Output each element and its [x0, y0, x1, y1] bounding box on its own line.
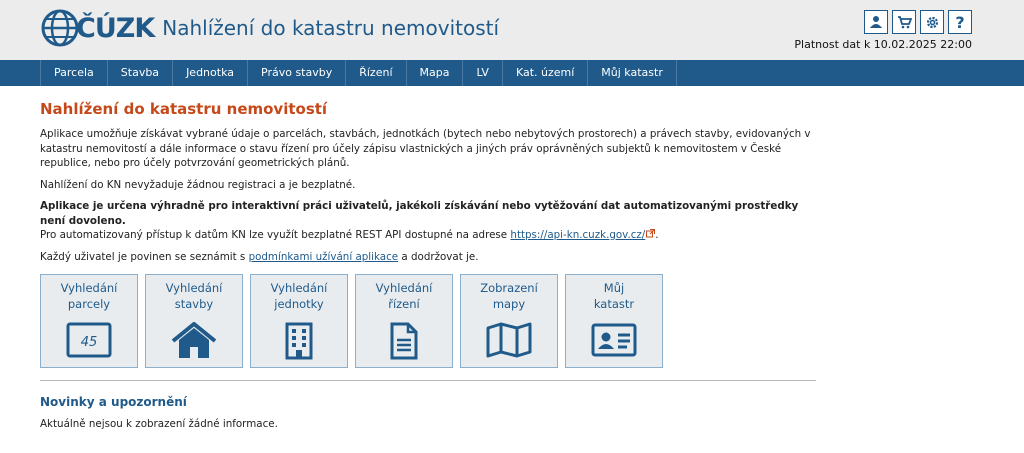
tile-label: Můj katastr	[593, 281, 635, 311]
parcel-icon: 45	[66, 322, 112, 358]
question-mark-icon: ?	[955, 12, 965, 32]
main-content: Nahlížení do katastru nemovitostí Aplika…	[0, 100, 1024, 432]
terms-note: Každý uživatel je povinen se seznámit s …	[40, 250, 816, 265]
tile-my-cadastre[interactable]: Můj katastr	[565, 274, 663, 368]
page-title: Nahlížení do katastru nemovitostí	[40, 100, 328, 118]
settings-button[interactable]	[920, 10, 944, 34]
main-nav: Parcela Stavba Jednotka Právo stavby Řízení M…	[0, 60, 1024, 86]
cart-button[interactable]	[892, 10, 916, 34]
building-icon	[285, 322, 313, 360]
news-title: Novinky a upozornění	[40, 395, 187, 409]
logo-text: ČÚZK	[76, 12, 155, 44]
news-text: Aktuálně nejsou k zobrazení žádné inform…	[40, 418, 278, 430]
tile-unit-search[interactable]: Vyhledání jednotky	[250, 274, 348, 368]
registration-note: Nahlížení do KN nevyžaduje žádnou regist…	[40, 178, 356, 191]
terms-link[interactable]: podmínkami užívání aplikace	[249, 251, 399, 263]
parcel-number: 45	[81, 335, 98, 350]
gear-icon	[926, 16, 938, 28]
nav-item-7[interactable]: Kat. území	[501, 60, 587, 86]
nav-item-5[interactable]: Mapa	[405, 60, 463, 86]
tiles: Vyhledání parcely 45 Vyhledání stavby Vy…	[40, 274, 984, 368]
user-button[interactable]	[864, 10, 888, 34]
help-button[interactable]: ?	[948, 10, 972, 34]
nav-item-0[interactable]: Parcela	[40, 60, 107, 86]
nav-item-8[interactable]: Můj katastr	[587, 60, 677, 86]
globe-icon	[41, 9, 79, 47]
terms-text: Každý uživatel je povinen se seznámit s	[40, 250, 249, 263]
tile-label: Vyhledání jednotky	[270, 281, 328, 311]
tile-label: Zobrazení mapy	[480, 281, 538, 311]
header: ČÚZK Nahlížení do katastru nemovitostí ?…	[0, 0, 1024, 60]
automation-note: Aplikace je určena výhradně pro interakt…	[40, 200, 799, 241]
nav-item-2[interactable]: Jednotka	[172, 60, 247, 86]
nav-item-4[interactable]: Řízení	[345, 60, 405, 86]
nav-item-1[interactable]: Stavba	[106, 60, 172, 86]
tile-building-search[interactable]: Vyhledání stavby	[145, 274, 243, 368]
api-link[interactable]: https://api-kn.cuzk.gov.cz/	[510, 229, 645, 241]
id-card-icon	[591, 323, 637, 357]
app-title: Nahlížení do katastru nemovitostí	[162, 16, 500, 40]
nav-item-3[interactable]: Právo stavby	[247, 60, 345, 86]
terms-after: a dodržovat je.	[398, 250, 479, 263]
automation-warning: Aplikace je určena výhradně pro interakt…	[40, 200, 799, 227]
tile-label: Vyhledání řízení	[375, 281, 433, 311]
house-icon	[171, 322, 217, 358]
divider	[40, 380, 816, 381]
map-icon	[486, 322, 532, 358]
tile-proceeding-search[interactable]: Vyhledání řízení	[355, 274, 453, 368]
tile-label: Vyhledání parcely	[60, 281, 118, 311]
data-validity: Platnost dat k 10.02.2025 22:00	[794, 38, 972, 51]
tile-parcel-search[interactable]: Vyhledání parcely 45	[40, 274, 138, 368]
intro-paragraph: Aplikace umožňuje získávat vybrané údaje…	[40, 128, 811, 169]
tile-map-view[interactable]: Zobrazení mapy	[460, 274, 558, 368]
user-icon	[870, 16, 882, 28]
external-link-icon	[646, 229, 656, 238]
header-icons: ?	[864, 10, 972, 34]
cuzk-logo[interactable]: ČÚZK Nahlížení do katastru nemovitostí	[40, 8, 499, 48]
cart-icon	[897, 16, 912, 29]
api-text: Pro automatizovaný přístup k datům KN lz…	[40, 229, 511, 241]
nav-item-6[interactable]: LV	[462, 60, 501, 86]
tile-label: Vyhledání stavby	[165, 281, 223, 311]
document-icon	[390, 322, 418, 360]
